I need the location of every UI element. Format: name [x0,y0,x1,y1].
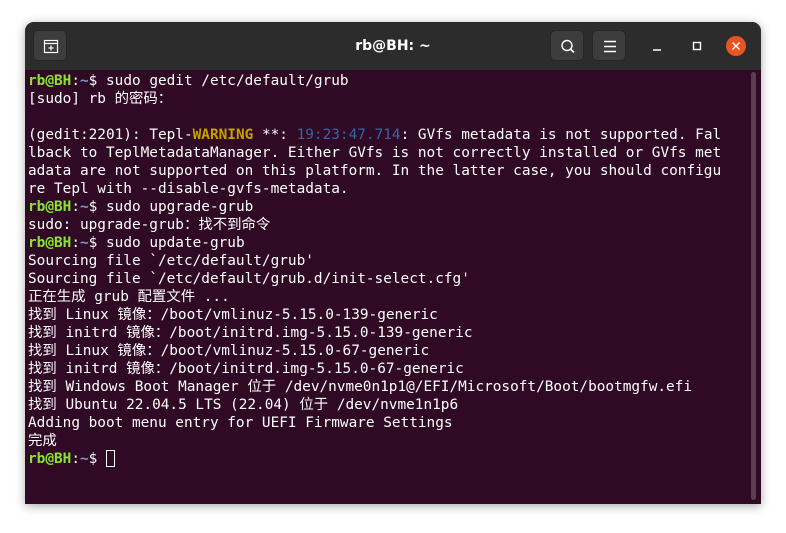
close-icon [731,41,741,51]
search-button[interactable] [550,30,584,61]
prompt-user-host: rb@BH [28,73,72,89]
timestamp: 19:23:47.714 [296,127,401,143]
output-text: : GVfs metadata is not supported. Fal [400,127,722,143]
minimize-button[interactable] [647,36,667,56]
output-text: Sourcing file `/etc/default/grub.d/init-… [28,271,470,287]
output-text: **: [253,127,297,143]
output-text: lback to TeplMetadataManager. Either GVf… [28,145,722,161]
output-line: 正在生成 grub 配置文件 ... [28,288,751,306]
prompt-symbol: $ [88,451,106,467]
terminal-window: rb@BH: ~ rb@BH:~$ sudo gedit /etc/defaul… [25,22,761,504]
prompt-symbol: $ [88,235,106,251]
prompt-path: ~ [80,73,89,89]
prompt-separator: : [71,199,80,215]
output-text: adata are not supported on this platform… [28,163,722,179]
hamburger-menu-icon [604,40,616,53]
prompt-user-host: rb@BH [28,451,72,467]
maximize-button[interactable] [687,36,707,56]
output-line: 找到 Linux 镜像：/boot/vmlinuz-5.15.0-67-gene… [28,342,751,360]
prompt-line: rb@BH:~$ sudo upgrade-grub [28,198,751,216]
output-text: re Tepl with --disable-gvfs-metadata. [28,181,349,197]
output-line: 找到 Linux 镜像：/boot/vmlinuz-5.15.0-139-gen… [28,306,751,324]
prompt-path: ~ [80,451,89,467]
output-line: Sourcing file `/etc/default/grub.d/init-… [28,270,751,288]
output-text: 找到 Windows Boot Manager 位于 /dev/nvme0n1p… [28,379,693,395]
minimize-icon [653,49,661,51]
warning-label: WARNING [192,127,254,143]
prompt-line: rb@BH:~$ sudo update-grub [28,234,751,252]
prompt-separator: : [71,73,80,89]
terminal-output[interactable]: rb@BH:~$ sudo gedit /etc/default/grub [su… [25,70,751,504]
output-text: 找到 Linux 镜像：/boot/vmlinuz-5.15.0-139-gen… [28,307,438,323]
output-text: (gedit:2201): Tepl- [28,127,193,143]
output-line: [sudo] rb 的密码： [28,90,751,108]
prompt-symbol: $ [88,199,106,215]
output-line: adata are not supported on this platform… [28,162,751,180]
command-text: sudo update-grub [106,235,245,251]
output-line: lback to TeplMetadataManager. Either GVf… [28,144,751,162]
prompt-separator: : [71,235,80,251]
output-line: 找到 initrd 镜像：/boot/initrd.img-5.15.0-139… [28,324,751,342]
output-line: Adding boot menu entry for UEFI Firmware… [28,414,751,432]
menu-button[interactable] [592,30,626,61]
output-line: 完成 [28,432,751,450]
output-line: sudo: upgrade-grub：找不到命令 [28,216,751,234]
output-text: 完成 [28,433,57,449]
output-text: sudo: upgrade-grub：找不到命令 [28,217,271,233]
warning-line: (gedit:2201): Tepl-WARNING **: 19:23:47.… [28,126,751,144]
output-line: 找到 initrd 镜像：/boot/initrd.img-5.15.0-67-… [28,360,751,378]
output-line: re Tepl with --disable-gvfs-metadata. [28,180,751,198]
prompt-line: rb@BH:~$ sudo gedit /etc/default/grub [28,72,751,90]
output-text: 正在生成 grub 配置文件 ... [28,289,230,305]
output-text: 找到 Ubuntu 22.04.5 LTS (22.04) 位于 /dev/nv… [28,397,459,413]
title-bar[interactable]: rb@BH: ~ [25,22,761,70]
prompt-line: rb@BH:~$ [28,450,751,468]
prompt-user-host: rb@BH [28,199,72,215]
search-icon [561,39,575,54]
command-text: sudo gedit /etc/default/grub [106,73,349,89]
new-tab-icon [43,39,59,54]
output-text: Adding boot menu entry for UEFI Firmware… [28,415,453,431]
output-text: 找到 Linux 镜像：/boot/vmlinuz-5.15.0-67-gene… [28,343,430,359]
prompt-separator: : [71,451,80,467]
output-text: Sourcing file `/etc/default/grub' [28,253,314,269]
maximize-icon [692,41,702,51]
prompt-symbol: $ [88,73,106,89]
text-cursor [106,450,115,467]
output-line: 找到 Ubuntu 22.04.5 LTS (22.04) 位于 /dev/nv… [28,396,751,414]
new-tab-button[interactable] [33,30,67,61]
output-text: 找到 initrd 镜像：/boot/initrd.img-5.15.0-67-… [28,361,464,377]
prompt-path: ~ [80,235,89,251]
output-line: 找到 Windows Boot Manager 位于 /dev/nvme0n1p… [28,378,751,396]
prompt-path: ~ [80,199,89,215]
vertical-scrollbar[interactable] [751,72,756,500]
command-text: sudo upgrade-grub [106,199,254,215]
output-text: [sudo] rb 的密码： [28,91,173,107]
close-button[interactable] [726,36,746,56]
output-text: 找到 initrd 镜像：/boot/initrd.img-5.15.0-139… [28,325,473,341]
output-line: Sourcing file `/etc/default/grub' [28,252,751,270]
prompt-user-host: rb@BH [28,235,72,251]
